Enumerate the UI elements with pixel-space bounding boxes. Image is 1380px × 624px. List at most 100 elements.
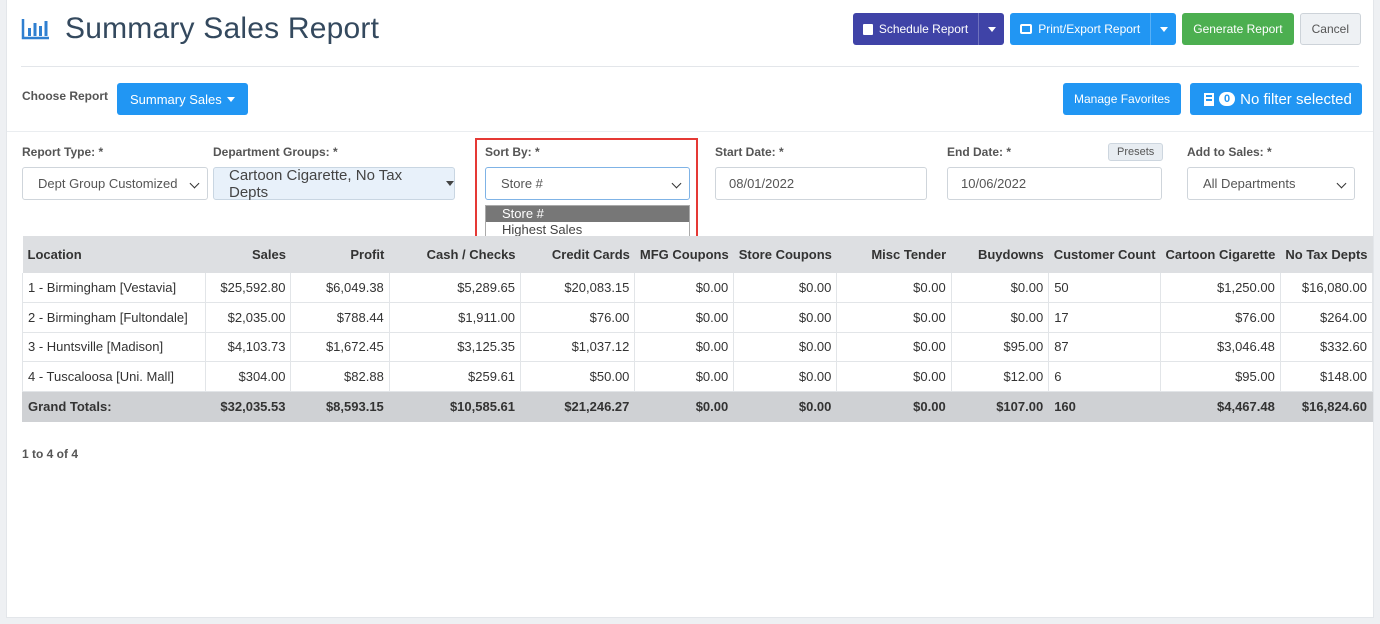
table-cell: $5,289.65 xyxy=(389,273,522,303)
print-export-dropdown[interactable] xyxy=(1150,13,1176,45)
table-cell: $1,911.00 xyxy=(389,302,522,333)
column-header[interactable]: Credit Cards xyxy=(520,236,635,273)
table-cell: 4 - Tuscaloosa [Uni. Mall] xyxy=(22,361,206,392)
add-to-sales-select[interactable]: All Departments xyxy=(1187,167,1355,200)
table-cell: $0.00 xyxy=(951,302,1050,333)
column-header[interactable]: Store Coupons xyxy=(733,236,837,273)
printer-icon xyxy=(1020,24,1033,34)
table-cell: 50 xyxy=(1048,273,1162,303)
calendar-icon xyxy=(862,23,873,35)
column-header[interactable]: Misc Tender xyxy=(836,236,952,273)
department-groups-select[interactable]: Cartoon Cigarette, No Tax Depts xyxy=(213,166,455,201)
table-cell: $332.60 xyxy=(1280,332,1374,362)
schedule-report-split: Schedule Report xyxy=(852,13,1005,45)
schedule-report-dropdown[interactable] xyxy=(978,13,1004,45)
table-body: 1 - Birmingham [Vestavia] $25,592.80 $6,04… xyxy=(22,273,1374,422)
table-cell: $788.44 xyxy=(290,302,390,333)
table-cell: $95.00 xyxy=(951,332,1050,362)
table-cell: $1,250.00 xyxy=(1160,273,1281,303)
total-cell: $21,246.27 xyxy=(520,391,636,422)
table-cell: $25,592.80 xyxy=(205,273,292,303)
end-date-label: End Date: * xyxy=(947,145,1012,159)
column-header[interactable]: Location xyxy=(22,236,206,273)
end-date-input[interactable]: 10/06/2022 xyxy=(947,167,1162,200)
table-cell: $148.00 xyxy=(1280,361,1374,392)
column-header[interactable]: Customer Count xyxy=(1048,236,1161,273)
end-date-value: 10/06/2022 xyxy=(961,176,1027,191)
table-header-row: Location Sales Profit Cash / Checks Credit C… xyxy=(22,236,1373,273)
total-cell: $10,585.61 xyxy=(389,391,522,422)
table-cell: $0.00 xyxy=(951,273,1050,303)
table-cell: $0.00 xyxy=(836,361,952,392)
department-groups-label: Department Groups: * xyxy=(213,145,338,159)
choose-report-button[interactable]: Summary Sales xyxy=(117,83,248,115)
section-divider xyxy=(7,131,1373,132)
schedule-report-button[interactable]: Schedule Report xyxy=(853,13,978,45)
store-filter-button[interactable]: 0 No filter selected xyxy=(1190,83,1362,115)
cancel-button[interactable]: Cancel xyxy=(1299,13,1361,45)
table-cell: $3,046.48 xyxy=(1160,332,1281,362)
table-row: 1 - Birmingham [Vestavia] $25,592.80 $6,04… xyxy=(22,273,1374,303)
print-export-button[interactable]: Print/Export Report xyxy=(1010,13,1150,45)
header-actions: Schedule Report Print/Export Report Gene… xyxy=(852,13,1361,45)
table-cell: $1,672.45 xyxy=(290,332,390,362)
chevron-down-icon xyxy=(1336,178,1347,189)
column-header[interactable]: Cartoon Cigarette xyxy=(1160,236,1281,273)
total-cell: $0.00 xyxy=(634,391,735,422)
add-to-sales-label: Add to Sales: * xyxy=(1187,145,1272,159)
table-cell: $0.00 xyxy=(733,361,838,392)
table-cell: 6 xyxy=(1048,361,1162,392)
caret-down-icon xyxy=(226,96,235,102)
building-icon xyxy=(1204,92,1214,106)
department-groups-value: Cartoon Cigarette, No Tax Depts xyxy=(229,166,403,201)
report-type-value: Dept Group Customized xyxy=(38,176,178,191)
column-header[interactable]: Cash / Checks xyxy=(389,236,521,273)
total-cell: $0.00 xyxy=(733,391,838,422)
table-cell: $0.00 xyxy=(634,302,735,333)
caret-down-icon xyxy=(446,181,454,186)
highlight-box xyxy=(475,138,698,248)
column-header[interactable]: Buydowns xyxy=(951,236,1049,273)
table-cell: $0.00 xyxy=(634,273,735,303)
table-cell: $0.00 xyxy=(836,273,952,303)
table-cell: $1,037.12 xyxy=(520,332,636,362)
total-cell: Grand Totals: xyxy=(22,391,206,422)
column-header[interactable]: Profit xyxy=(290,236,390,273)
table-cell: $20,083.15 xyxy=(520,273,636,303)
column-header[interactable]: No Tax Depts xyxy=(1280,236,1373,273)
manage-favorites-button[interactable]: Manage Favorites xyxy=(1063,83,1182,115)
table-cell: 87 xyxy=(1048,332,1162,362)
table-cell: $0.00 xyxy=(836,332,952,362)
table-cell: $16,080.00 xyxy=(1280,273,1374,303)
table-cell: $4,103.73 xyxy=(205,332,292,362)
schedule-report-label: Schedule Report xyxy=(878,22,969,36)
generate-report-button[interactable]: Generate Report xyxy=(1182,13,1294,45)
print-export-label: Print/Export Report xyxy=(1038,22,1141,36)
table-cell: $0.00 xyxy=(733,332,838,362)
total-cell: $0.00 xyxy=(836,391,952,422)
total-cell: 160 xyxy=(1048,391,1162,422)
report-type-select[interactable]: Dept Group Customized xyxy=(22,167,208,200)
table-cell: $50.00 xyxy=(520,361,636,392)
presets-button[interactable]: Presets xyxy=(1108,143,1164,161)
report-type-label: Report Type: * xyxy=(22,145,104,159)
column-header[interactable]: MFG Coupons xyxy=(634,236,734,273)
choose-report-label: Choose Report xyxy=(22,89,109,103)
table-cell: $82.88 xyxy=(290,361,390,392)
table-cell: $2,035.00 xyxy=(205,302,292,333)
sales-table: Location Sales Profit Cash / Checks Credit C… xyxy=(22,236,1374,422)
table-cell: $304.00 xyxy=(205,361,292,392)
start-date-input[interactable]: 08/01/2022 xyxy=(715,167,927,200)
choose-report-value: Summary Sales xyxy=(130,91,222,107)
start-date-label: Start Date: * xyxy=(715,145,784,159)
column-header[interactable]: Sales xyxy=(205,236,291,273)
caret-down-icon xyxy=(987,26,996,32)
table-cell: $6,049.38 xyxy=(290,273,390,303)
table-cell: $0.00 xyxy=(634,332,735,362)
table-cell: $12.00 xyxy=(951,361,1050,392)
grand-totals-row: Grand Totals: $32,035.53 $8,593.15 $10,585.… xyxy=(22,391,1374,422)
filter-count-badge: 0 xyxy=(1219,92,1236,106)
table-cell: $76.00 xyxy=(1160,302,1281,333)
header-divider xyxy=(21,66,1359,67)
total-cell: $32,035.53 xyxy=(205,391,292,422)
